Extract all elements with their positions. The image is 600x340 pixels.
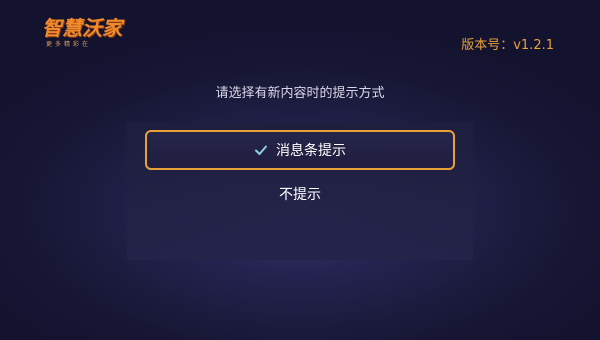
logo-title: 智慧沃家 bbox=[42, 16, 122, 40]
check-icon bbox=[254, 143, 268, 157]
app-logo: 智慧沃家 更多精彩在 bbox=[42, 12, 124, 52]
option-label: 消息条提示 bbox=[276, 143, 346, 159]
option-no-prompt[interactable]: 不提示 bbox=[145, 174, 455, 214]
version-label: 版本号：v1.2.1 bbox=[461, 38, 554, 53]
option-label: 不提示 bbox=[279, 187, 321, 203]
logo-subtitle: 更多精彩在 bbox=[46, 41, 92, 48]
prompt-text: 请选择有新内容时的提示方式 bbox=[215, 86, 385, 101]
option-message-bar[interactable]: 消息条提示 bbox=[145, 130, 455, 170]
options-panel: 消息条提示 不提示 bbox=[127, 122, 473, 260]
